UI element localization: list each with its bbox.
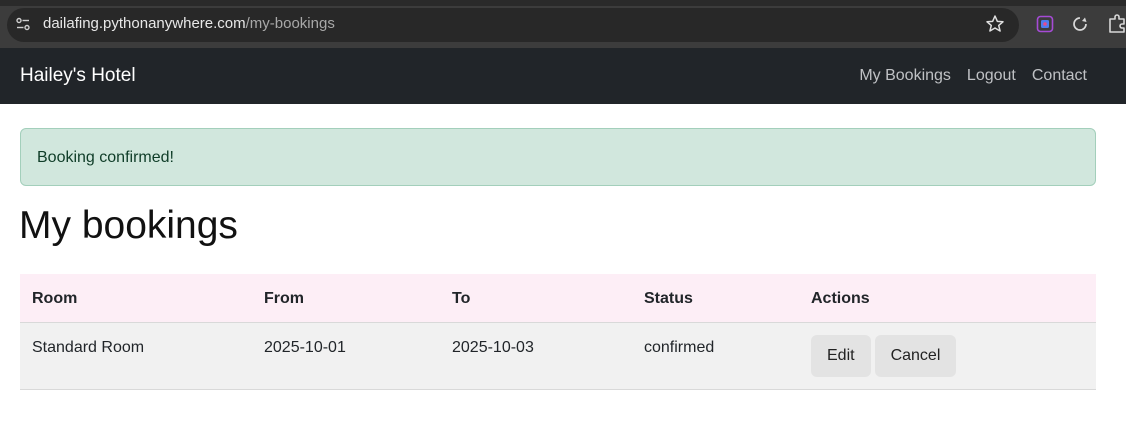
header-actions: Actions	[811, 290, 870, 307]
puzzle-icon[interactable]	[1107, 14, 1126, 34]
cancel-button[interactable]: Cancel	[874, 335, 957, 377]
cell-to: 2025-10-03	[452, 339, 534, 356]
nav-link-logout[interactable]: Logout	[967, 67, 1016, 85]
cell-status: confirmed	[644, 339, 715, 356]
header-status: Status	[644, 290, 693, 307]
nav-link-contact[interactable]: Contact	[1032, 67, 1087, 85]
site-navbar: Hailey's Hotel My Bookings Logout Contac…	[0, 48, 1126, 104]
row-actions: Edit Cancel	[811, 335, 957, 377]
url-path: /my-bookings	[245, 15, 335, 32]
brand-link[interactable]: Hailey's Hotel	[20, 65, 136, 87]
header-room: Room	[32, 290, 78, 307]
page-title: My bookings	[19, 204, 238, 247]
edit-button[interactable]: Edit	[811, 335, 871, 377]
success-alert: Booking confirmed!	[20, 128, 1096, 186]
header-from: From	[264, 290, 304, 307]
table-row: Standard Room 2025-10-01 2025-10-03 conf…	[20, 323, 1096, 390]
browser-toolbar: dailafing.pythonanywhere.com/my-bookings	[0, 0, 1126, 48]
table-header-row: Room From To Status Actions	[20, 274, 1096, 323]
bookings-table: Room From To Status Actions Standard Roo…	[20, 274, 1096, 390]
alert-message: Booking confirmed!	[37, 149, 174, 166]
url-text[interactable]: dailafing.pythonanywhere.com/my-bookings	[43, 15, 335, 32]
nav-links: My Bookings Logout Contact	[859, 67, 1087, 85]
star-icon[interactable]	[985, 14, 1005, 34]
cell-from: 2025-10-01	[264, 339, 346, 356]
url-host: dailafing.pythonanywhere.com	[43, 15, 246, 32]
header-to: To	[452, 290, 471, 307]
sync-icon[interactable]	[1071, 15, 1089, 33]
nav-link-my-bookings[interactable]: My Bookings	[859, 67, 951, 85]
cell-room: Standard Room	[32, 339, 145, 356]
site-info-icon[interactable]	[15, 16, 31, 32]
extension-icon[interactable]	[1036, 15, 1054, 33]
